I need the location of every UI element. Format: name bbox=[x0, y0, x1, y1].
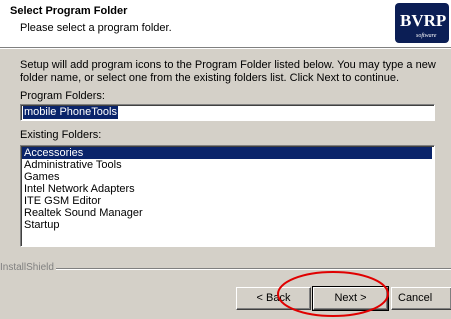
header-panel: Select Program Folder Please select a pr… bbox=[0, 0, 451, 47]
installshield-label: InstallShield bbox=[0, 262, 56, 273]
program-folder-value: mobile PhoneTools bbox=[23, 106, 118, 119]
header-divider-highlight bbox=[0, 48, 451, 49]
back-button[interactable]: < Back bbox=[236, 287, 311, 310]
existing-folders-list[interactable]: Accessories Administrative Tools Games I… bbox=[20, 145, 435, 247]
list-item-ite-gsm-editor[interactable]: ITE GSM Editor bbox=[22, 195, 432, 207]
page-title: Select Program Folder bbox=[10, 5, 128, 17]
list-item-realtek-sound-manager[interactable]: Realtek Sound Manager bbox=[22, 207, 432, 219]
next-button[interactable]: Next > bbox=[312, 286, 389, 311]
instructions-text: Setup will add program icons to the Prog… bbox=[20, 59, 436, 84]
program-folders-label: Program Folders: bbox=[20, 90, 105, 102]
program-folder-input[interactable]: mobile PhoneTools bbox=[20, 104, 435, 121]
list-item-administrative-tools[interactable]: Administrative Tools bbox=[22, 159, 432, 171]
page-subtitle: Please select a program folder. bbox=[20, 22, 172, 34]
list-item-intel-network-adapters[interactable]: Intel Network Adapters bbox=[22, 183, 432, 195]
existing-folders-label: Existing Folders: bbox=[20, 129, 102, 141]
bvrp-logo: BVRP software bbox=[395, 3, 449, 43]
logo-text: BVRP bbox=[400, 11, 447, 30]
cancel-button[interactable]: Cancel bbox=[391, 287, 451, 310]
list-item-games[interactable]: Games bbox=[22, 171, 432, 183]
footer-divider-highlight bbox=[50, 269, 451, 270]
list-item-startup[interactable]: Startup bbox=[22, 219, 432, 231]
logo-subtext: software bbox=[416, 33, 437, 39]
list-item-accessories[interactable]: Accessories bbox=[22, 147, 432, 159]
